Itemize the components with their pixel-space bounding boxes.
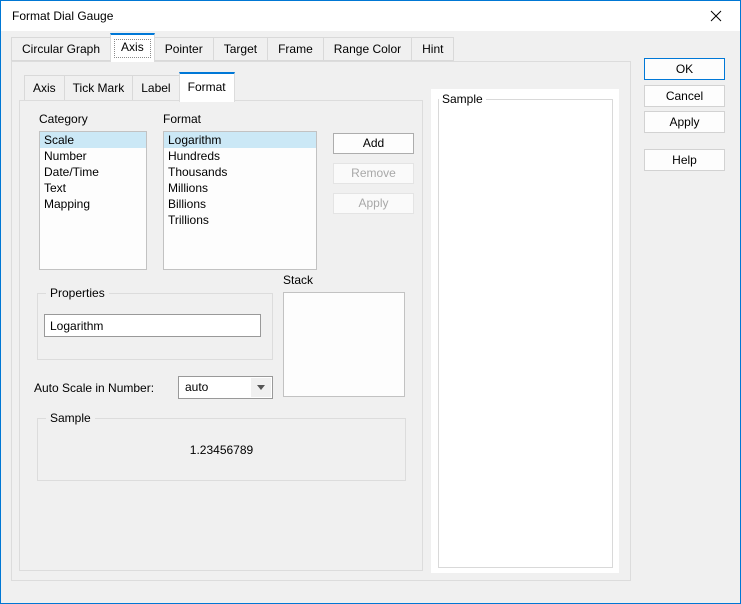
ok-button[interactable]: OK (644, 58, 725, 80)
dropdown-arrow-icon (251, 378, 271, 397)
properties-value-input[interactable] (44, 314, 261, 337)
sub-tab-format[interactable]: Format (178, 72, 235, 102)
category-listbox[interactable]: Scale Number Date/Time Text Mapping (39, 131, 147, 270)
format-item-hundreds[interactable]: Hundreds (164, 148, 316, 164)
close-button[interactable] (698, 1, 734, 30)
main-tab-range-color[interactable]: Range Color (322, 37, 413, 61)
sample-legend: Sample (46, 411, 95, 425)
titlebar: Format Dial Gauge (1, 1, 740, 31)
auto-scale-combobox[interactable]: auto (178, 376, 273, 399)
format-item-logarithm[interactable]: Logarithm (164, 132, 316, 148)
preview-legend: Sample (439, 92, 486, 106)
auto-scale-value: auto (185, 380, 209, 394)
preview-panel: Sample (431, 89, 619, 573)
sub-tab-axis[interactable]: Axis (24, 75, 65, 101)
main-tab-strip: Circular Graph Axis Pointer Target Frame Rang… (11, 33, 455, 62)
category-item-text[interactable]: Text (40, 180, 146, 196)
sample-value: 1.23456789 (189, 443, 254, 457)
main-tab-frame[interactable]: Frame (267, 37, 324, 61)
sub-tab-tick-mark[interactable]: Tick Mark (63, 75, 134, 101)
stack-listbox[interactable] (283, 292, 405, 397)
add-button[interactable]: Add (333, 133, 414, 154)
format-item-billions[interactable]: Billions (164, 196, 316, 212)
cancel-button[interactable]: Cancel (644, 85, 725, 107)
main-tab-circular-graph[interactable]: Circular Graph (11, 37, 112, 61)
sub-tab-label[interactable]: Label (132, 75, 180, 101)
main-tab-target[interactable]: Target (212, 37, 269, 61)
remove-button[interactable]: Remove (333, 163, 414, 184)
category-item-number[interactable]: Number (40, 148, 146, 164)
format-item-millions[interactable]: Millions (164, 180, 316, 196)
auto-scale-label: Auto Scale in Number: (34, 381, 155, 395)
format-listbox[interactable]: Logarithm Hundreds Thousands Millions Billio… (163, 131, 317, 270)
category-item-scale[interactable]: Scale (40, 132, 146, 148)
close-icon (710, 10, 722, 21)
category-label: Category (39, 112, 88, 126)
stack-label: Stack (283, 273, 314, 287)
category-item-date-time[interactable]: Date/Time (40, 164, 146, 180)
format-item-trillions[interactable]: Trillions (164, 212, 316, 228)
format-dial-gauge-dialog: Format Dial Gauge Circular Graph Axis Poin… (0, 0, 741, 604)
preview-area (438, 99, 613, 568)
apply-format-button[interactable]: Apply (333, 193, 414, 214)
category-item-mapping[interactable]: Mapping (40, 196, 146, 212)
properties-legend: Properties (46, 286, 109, 300)
format-label: Format (163, 112, 202, 126)
main-tab-pointer[interactable]: Pointer (153, 37, 214, 61)
main-tab-hint[interactable]: Hint (411, 37, 455, 61)
sub-tab-strip: Axis Tick Mark Label Format (24, 72, 235, 102)
help-button[interactable]: Help (644, 149, 725, 171)
apply-button[interactable]: Apply (644, 111, 725, 133)
main-tab-axis[interactable]: Axis (110, 33, 155, 62)
window-title: Format Dial Gauge (12, 9, 114, 23)
sample-groupbox: Sample 1.23456789 (37, 411, 406, 481)
format-item-thousands[interactable]: Thousands (164, 164, 316, 180)
